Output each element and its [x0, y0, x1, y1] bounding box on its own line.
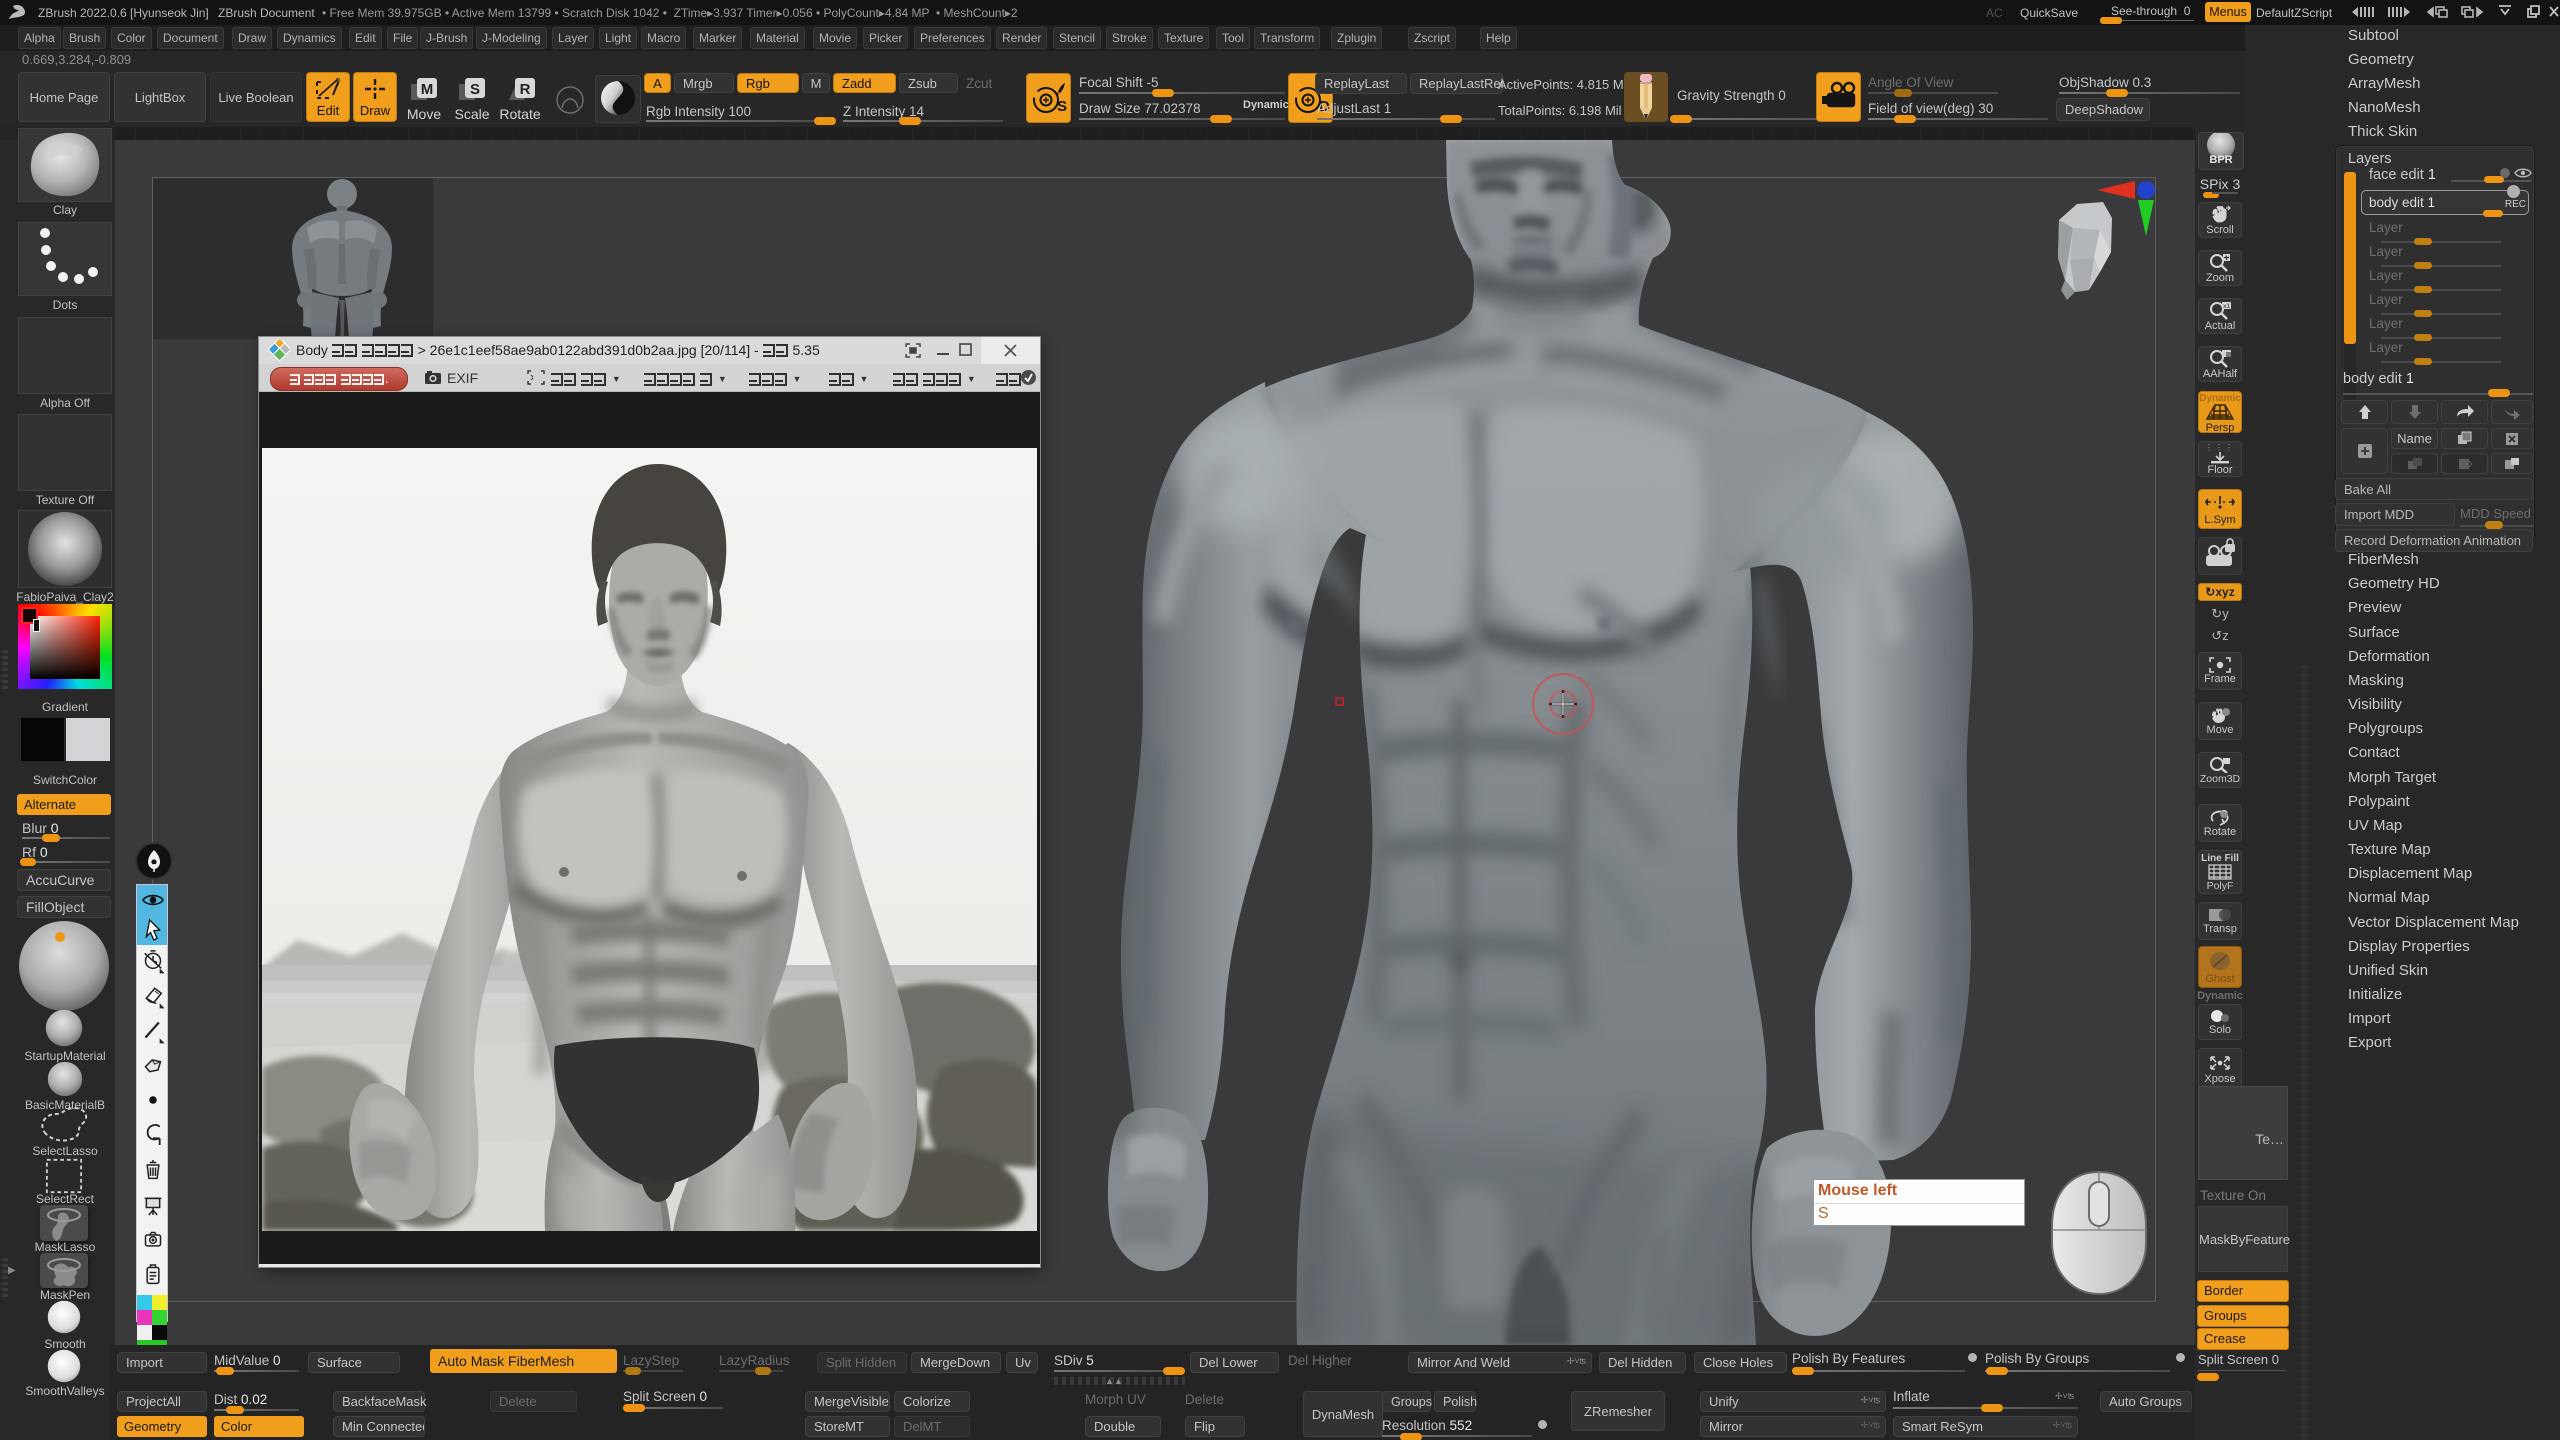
svg-text:M: M — [421, 81, 434, 98]
svg-text:x1: x1 — [2223, 303, 2230, 310]
svg-text:R: R — [520, 81, 531, 98]
svg-text:S: S — [470, 81, 480, 98]
svg-text:BPR: BPR — [2209, 154, 2232, 166]
svg-text:S: S — [1057, 98, 1067, 115]
